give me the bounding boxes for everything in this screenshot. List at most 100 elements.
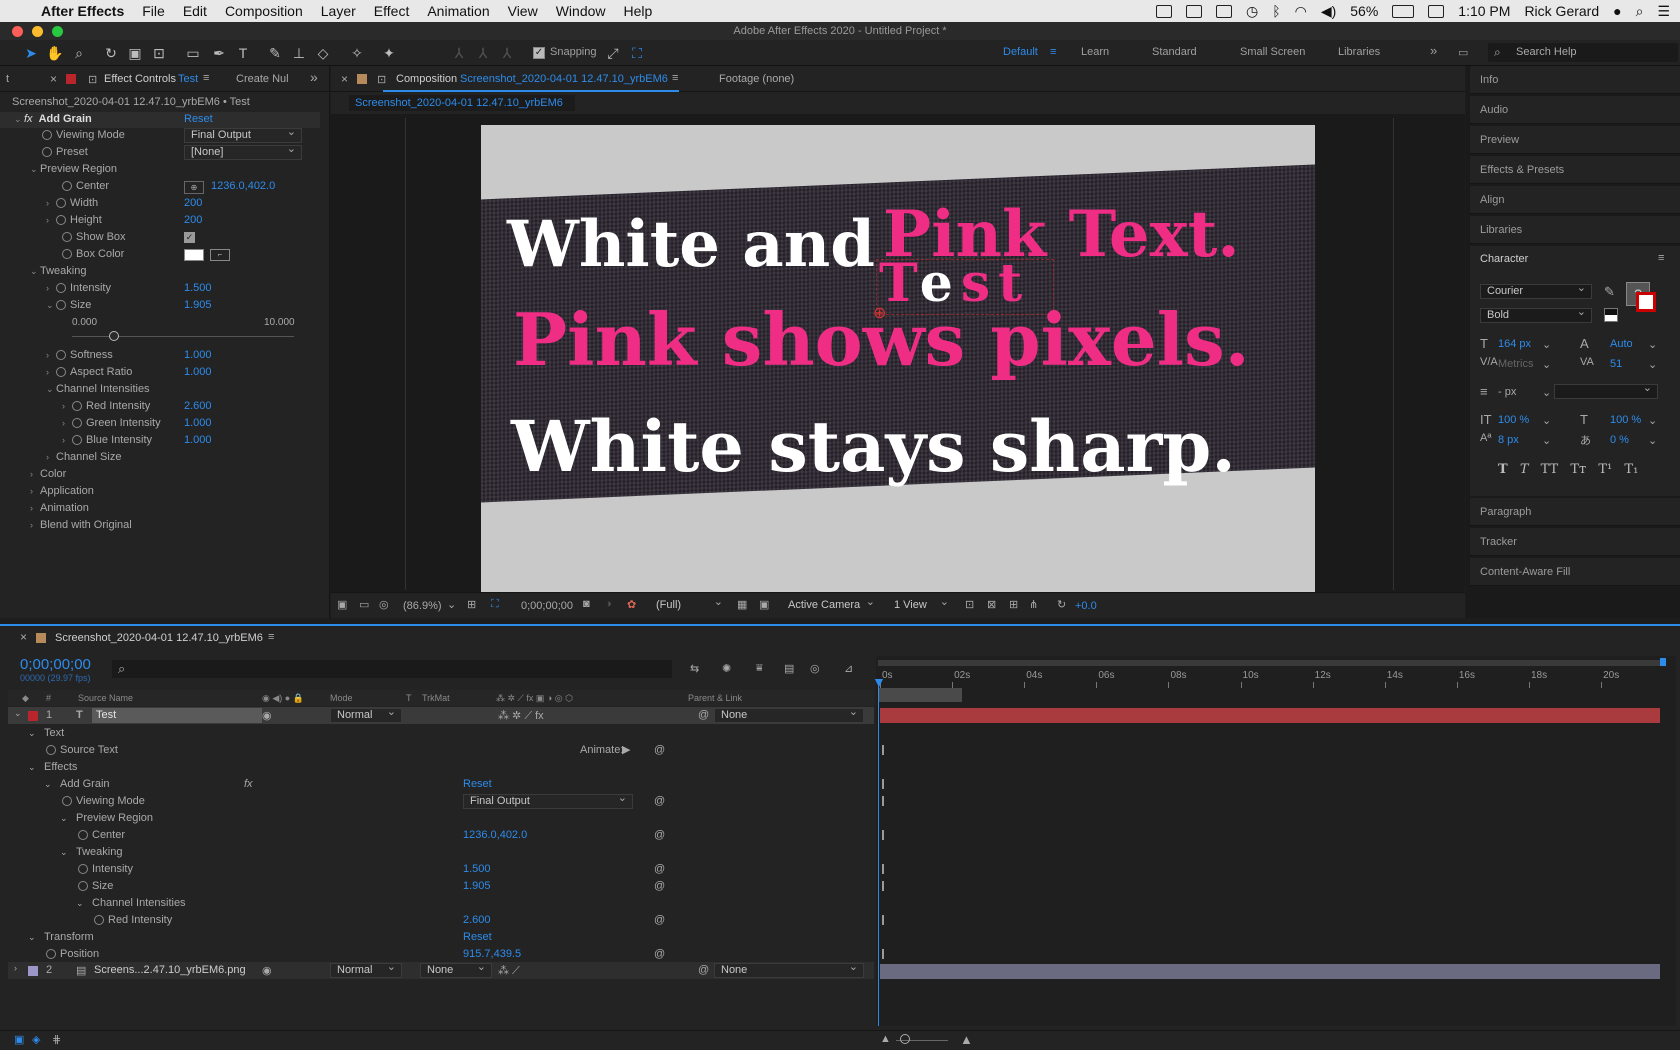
comp-lock-icon[interactable]: ⊡ — [377, 73, 386, 86]
composition-tab-name[interactable]: Screenshot_2020-04-01 12.47.10_yrbEM6 — [460, 73, 668, 85]
volume-icon[interactable]: ◀) — [1321, 3, 1336, 20]
timeline-prop-label[interactable]: Source Text — [60, 742, 118, 759]
layer-2-parent-dropdown[interactable]: None — [714, 961, 864, 978]
red-intensity-value[interactable]: 2.600 — [184, 398, 212, 415]
preset-dropdown[interactable]: [None] — [184, 143, 302, 160]
channel-rgb-icon[interactable]: ✿ — [627, 598, 636, 611]
font-size-value[interactable]: 164 px — [1498, 338, 1531, 350]
snap-features-icon[interactable]: ⛶ — [628, 44, 646, 62]
vertical-scale-value[interactable]: 100 % — [1498, 414, 1529, 426]
spotlight-search-icon[interactable]: ⌕ — [1636, 3, 1644, 20]
timeline-link-icon[interactable]: ⊞ — [1009, 598, 1018, 611]
group-animation[interactable]: › Animation — [30, 500, 89, 517]
toggle-transfer-controls-icon[interactable]: ◈ — [32, 1033, 40, 1046]
timeline-prop-label[interactable]: Viewing Mode — [76, 793, 145, 810]
blue-intensity-value[interactable]: 1.000 — [184, 432, 212, 449]
menu-view[interactable]: View — [499, 3, 547, 19]
views-dropdown[interactable]: 1 View — [887, 596, 955, 613]
size-slider-track[interactable] — [72, 331, 294, 341]
green-intensity-value[interactable]: 1.000 — [184, 415, 212, 432]
prop-twirl-icon[interactable]: ⌄ — [28, 725, 36, 742]
header-mode[interactable]: Mode — [330, 690, 353, 706]
stroke-style-dropdown[interactable] — [1554, 382, 1658, 399]
zoom-window-button[interactable] — [52, 26, 63, 37]
prop-twirl-icon[interactable]: ⌄ — [60, 844, 68, 861]
notification-center-icon[interactable]: ☰ — [1657, 3, 1670, 20]
group-preview-region[interactable]: ⌄ Preview Region — [30, 161, 117, 178]
time-zoom-knob[interactable] — [900, 1034, 910, 1044]
show-snapshot-icon[interactable]: ◑ — [605, 598, 612, 610]
flowchart-icon[interactable]: ⋔ — [1029, 598, 1038, 611]
rotate-tool-icon[interactable]: ↻ — [102, 44, 120, 62]
prop-twirl-icon[interactable]: ⌄ — [60, 810, 68, 827]
subscript-button[interactable]: T₁ — [1624, 462, 1638, 477]
tracking-value[interactable]: 51 — [1610, 358, 1622, 370]
baseline-shift-value[interactable]: 8 px — [1498, 434, 1519, 446]
timeline-menu-icon[interactable]: ≡ — [268, 631, 274, 643]
close-timeline-tab-icon[interactable]: × — [20, 630, 27, 644]
timeline-prop-value[interactable]: Reset — [463, 776, 492, 793]
roto-brush-tool-icon[interactable]: ✧ — [348, 44, 366, 62]
rectangle-tool-icon[interactable]: ▭ — [184, 44, 202, 62]
exposure-value[interactable]: +0.0 — [1075, 600, 1097, 612]
keyframe-marker[interactable] — [882, 745, 884, 755]
motion-blur-toggle-icon[interactable]: ◎ — [810, 662, 820, 675]
timeline-search-field[interactable]: ⌕ — [112, 660, 672, 678]
center-crosshair-icon[interactable]: ⊕ — [184, 181, 204, 194]
libraries-panel[interactable]: Libraries — [1470, 216, 1680, 244]
resolution-dropdown[interactable]: (Full) — [649, 596, 729, 613]
fast-previews-icon[interactable]: ▣ — [759, 598, 769, 611]
menu-composition[interactable]: Composition — [216, 3, 312, 19]
faux-italic-button[interactable]: T — [1520, 462, 1529, 477]
close-comp-tab-icon[interactable]: × — [341, 72, 348, 86]
align-panel[interactable]: Align — [1470, 186, 1680, 214]
timeline-prop-label[interactable]: Red Intensity — [108, 912, 172, 929]
vertical-scale-chevron-icon[interactable]: ⌄ — [1542, 414, 1551, 427]
stopwatch-icon[interactable] — [62, 796, 72, 806]
close-tab-icon[interactable]: × — [50, 72, 57, 86]
axis-local-icon[interactable]: ⅄ — [450, 44, 468, 62]
timeline-prop-label[interactable]: Channel Intensities — [92, 895, 186, 912]
all-caps-button[interactable]: TT — [1541, 462, 1559, 477]
always-preview-icon[interactable]: ▣ — [337, 598, 347, 611]
header-source-name[interactable]: Source Name — [78, 690, 133, 706]
region-of-interest-icon[interactable]: ⛶ — [491, 598, 499, 611]
layer-2-row[interactable]: › 2 ▤ Screens...2.47.10_yrbEM6.png ◉ Nor… — [8, 961, 874, 979]
type-tool-icon[interactable]: T — [234, 44, 252, 62]
stopwatch-icon[interactable] — [78, 864, 88, 874]
group-tweaking[interactable]: ⌄ Tweaking — [30, 263, 86, 280]
timeline-viewing-mode-dropdown[interactable]: Final Output — [463, 792, 633, 809]
comp-subtab[interactable]: Screenshot_2020-04-01 12.47.10_yrbEM6 — [349, 95, 575, 111]
menu-help[interactable]: Help — [615, 3, 662, 19]
timeline-prop-label[interactable]: Text — [44, 725, 64, 742]
menu-edit[interactable]: Edit — [174, 3, 216, 19]
transparency-grid-icon[interactable]: ▦ — [737, 598, 747, 611]
timeline-prop-row[interactable]: Size 1.905 @ — [8, 878, 874, 895]
timeline-prop-label[interactable]: Size — [92, 878, 113, 895]
timeline-prop-row[interactable]: Red Intensity 2.600 @ — [8, 912, 874, 929]
workspace-menu-icon[interactable]: ≡ — [1050, 46, 1056, 58]
group-blend-with-original[interactable]: › Blend with Original — [30, 517, 132, 534]
footage-tab[interactable]: Footage (none) — [719, 73, 794, 85]
baseline-shift-chevron-icon[interactable]: ⌄ — [1542, 434, 1551, 447]
timeline-prop-row[interactable]: ⌄ Effects — [8, 759, 874, 776]
dropbox-icon[interactable] — [1185, 4, 1202, 18]
reset-exposure-icon[interactable]: ↻ — [1057, 598, 1066, 611]
header-parent-link[interactable]: Parent & Link — [688, 690, 742, 706]
timeline-prop-label[interactable]: Preview Region — [76, 810, 153, 827]
leading-chevron-icon[interactable]: ⌄ — [1648, 338, 1657, 351]
toggle-in-out-icon[interactable]: ⋕ — [52, 1033, 61, 1046]
layer-2-switches-icons[interactable]: ⁂ ⟋ — [498, 964, 520, 978]
display-icon[interactable] — [1215, 4, 1232, 18]
font-style-dropdown[interactable]: Bold — [1480, 306, 1592, 323]
search-help-field[interactable]: ⌕ Search Help — [1488, 43, 1678, 62]
effects-presets-panel[interactable]: Effects & Presets — [1470, 156, 1680, 184]
layer-2-mode-dropdown[interactable]: Normal — [330, 961, 402, 978]
safe-zones-icon[interactable]: ⊞ — [467, 598, 476, 611]
battery-icon[interactable] — [1392, 4, 1415, 18]
header-trkmat[interactable]: TrkMat — [422, 690, 450, 706]
animate-play-icon[interactable]: ▶ — [622, 742, 630, 759]
timeline-prop-row[interactable]: Viewing Mode Final Output @ — [8, 792, 874, 810]
content-aware-fill-panel[interactable]: Content-Aware Fill — [1470, 558, 1680, 586]
stopwatch-icon[interactable] — [78, 881, 88, 891]
